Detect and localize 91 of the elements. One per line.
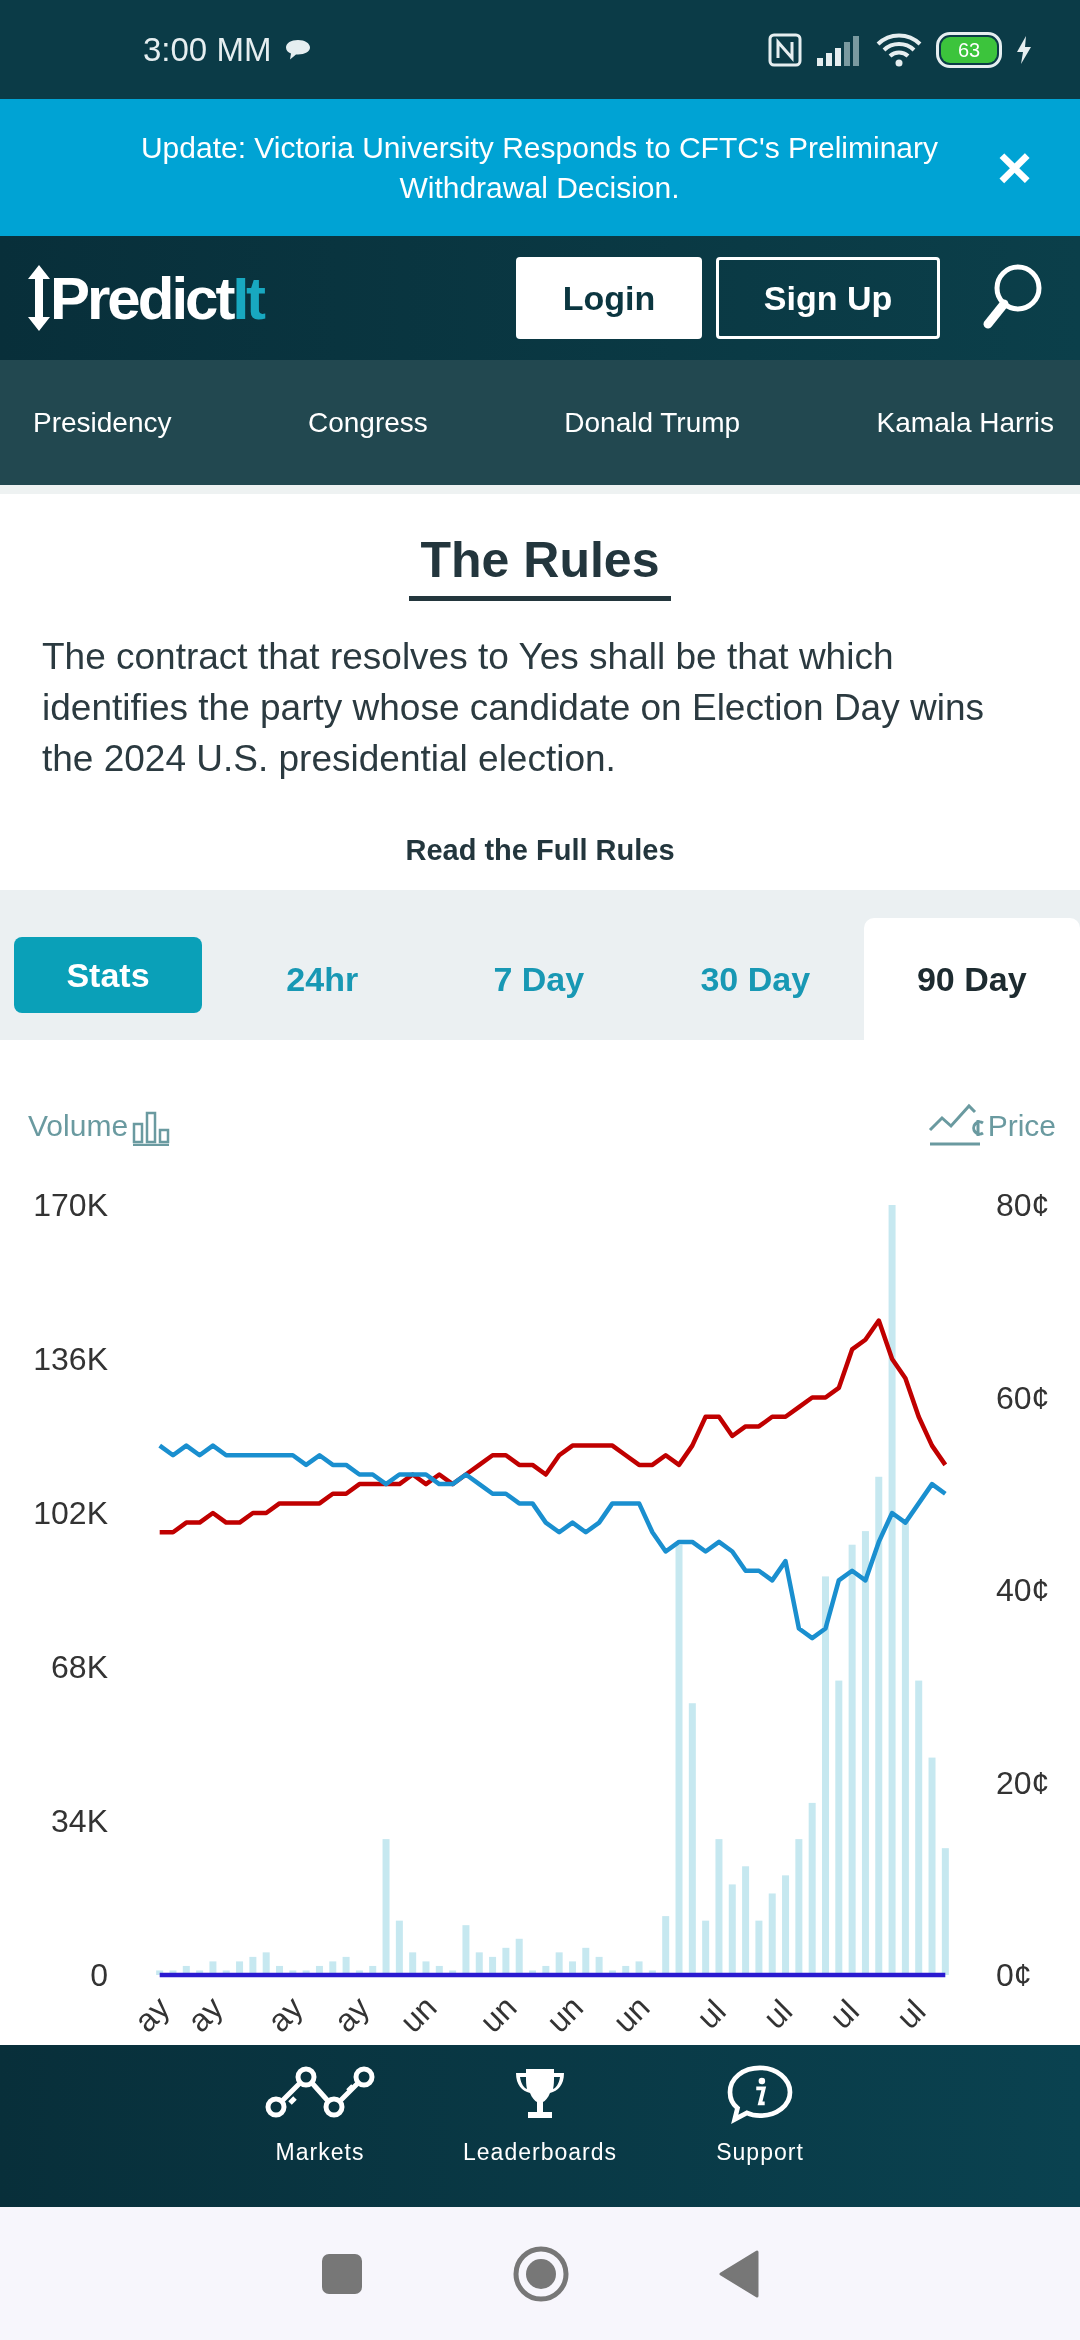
home-icon[interactable] — [513, 2245, 569, 2302]
category-link[interactable]: Kamala Harris — [876, 406, 1054, 439]
axis-label: un — [539, 1988, 590, 2040]
category-link[interactable]: Presidency — [33, 406, 172, 439]
axis-label: 0¢ — [996, 1957, 1032, 1993]
volume-bar — [156, 1970, 164, 1975]
axis-label: un — [472, 1988, 524, 2040]
axis-label: 0 — [90, 1957, 108, 1993]
volume-bar — [302, 1970, 310, 1975]
read-full-rules-link[interactable]: Read the Full Rules — [405, 833, 675, 867]
axis-label: 102K — [33, 1495, 108, 1531]
rules-paragraph: The contract that resolves to Yes shall be that which identifies the party whose candidate on Election Day wins the 2024 U.S. presidential election. — [41, 635, 985, 781]
volume-bar — [315, 1965, 323, 1975]
volume-bar — [209, 1961, 217, 1975]
sign-up-button[interactable]: Sign Up — [716, 257, 940, 339]
volume-label: Volume — [28, 1108, 129, 1144]
volume-bar — [515, 1938, 523, 1975]
nfc-icon — [768, 32, 802, 67]
axis-label: 136K — [33, 1341, 108, 1377]
axis-label: ul — [889, 1992, 933, 2036]
axis-label: ul — [756, 1992, 800, 2036]
volume-bar — [169, 1970, 177, 1975]
axis-label: ay — [127, 1989, 177, 2039]
axis-label: ul — [822, 1992, 866, 2036]
axis-label: 34K — [51, 1803, 108, 1839]
login-button[interactable]: Login — [516, 257, 702, 339]
volume-bar — [462, 1925, 470, 1975]
volume-bar — [542, 1965, 550, 1975]
volume-bar — [622, 1965, 630, 1975]
volume-bar — [236, 1961, 244, 1975]
axis-label: ul — [689, 1992, 733, 2036]
category-link[interactable]: Congress — [307, 406, 428, 439]
volume-bar — [196, 1970, 204, 1975]
volume-bar — [755, 1920, 763, 1975]
volume-bar — [329, 1961, 337, 1975]
battery-icon: 63 — [936, 31, 1002, 68]
axis-label: ay — [326, 1989, 377, 2039]
axis-label: 170K — [33, 1187, 108, 1223]
nav-item[interactable]: Support — [660, 2065, 860, 2207]
volume-bar — [409, 1952, 417, 1975]
rules-heading: The Rules — [408, 530, 672, 601]
axis-label: 20¢ — [996, 1764, 1050, 1801]
logo[interactable]: PredictIt — [50, 263, 264, 333]
range-tab[interactable]: 90 Day — [863, 918, 1080, 1040]
wifi-icon — [876, 32, 922, 67]
volume-bar — [648, 1970, 656, 1975]
nav-item[interactable]: Leaderboards — [440, 2065, 640, 2207]
volume-bar — [342, 1956, 350, 1975]
volume-bar — [608, 1970, 616, 1975]
axis-label: 80¢ — [996, 1187, 1050, 1223]
volume-bar — [276, 1965, 283, 1975]
chat-bubble-icon — [285, 38, 312, 61]
arrow-icon — [28, 265, 50, 331]
axis-label: 60¢ — [996, 1379, 1050, 1416]
volume-bar — [489, 1956, 497, 1975]
volume-bar — [249, 1956, 257, 1975]
category-link[interactable]: Donald Trump — [564, 406, 741, 439]
axis-label: un — [605, 1988, 657, 2040]
volume-bar — [222, 1970, 230, 1975]
price-label: Price — [987, 1108, 1056, 1144]
volume-bar — [289, 1970, 297, 1975]
bar-chart-icon — [132, 1110, 171, 1146]
recents-icon[interactable] — [321, 2252, 363, 2295]
axis-label: ay — [260, 1989, 310, 2039]
volume-bar — [422, 1961, 430, 1975]
volume-bar — [555, 1952, 563, 1975]
volume-bar — [435, 1965, 443, 1975]
volume-bar — [355, 1970, 363, 1975]
axis-label: un — [392, 1988, 444, 2040]
volume-bar — [182, 1965, 190, 1975]
volume-bar — [582, 1947, 590, 1975]
back-icon[interactable] — [719, 2249, 759, 2298]
axis-label: 68K — [51, 1649, 108, 1685]
volume-bar — [662, 1916, 670, 1975]
volume-bar — [369, 1965, 377, 1975]
volume-bar — [395, 1920, 403, 1975]
charging-icon — [1016, 35, 1032, 64]
volume-bar — [529, 1970, 537, 1975]
nav-item[interactable]: Markets — [220, 2065, 420, 2207]
volume-bar — [475, 1952, 483, 1975]
volume-bar — [502, 1947, 510, 1975]
volume-bar — [449, 1970, 457, 1975]
signal-icon — [816, 33, 862, 66]
volume-bar — [262, 1952, 270, 1975]
volume-bar — [595, 1956, 603, 1975]
axis-label: ay — [180, 1989, 230, 2039]
volume-bar — [635, 1961, 643, 1975]
axis-label: 40¢ — [996, 1572, 1050, 1608]
volume-bar — [569, 1961, 576, 1975]
clock: 3:00 MM — [143, 30, 272, 69]
volume-bar — [702, 1920, 710, 1975]
